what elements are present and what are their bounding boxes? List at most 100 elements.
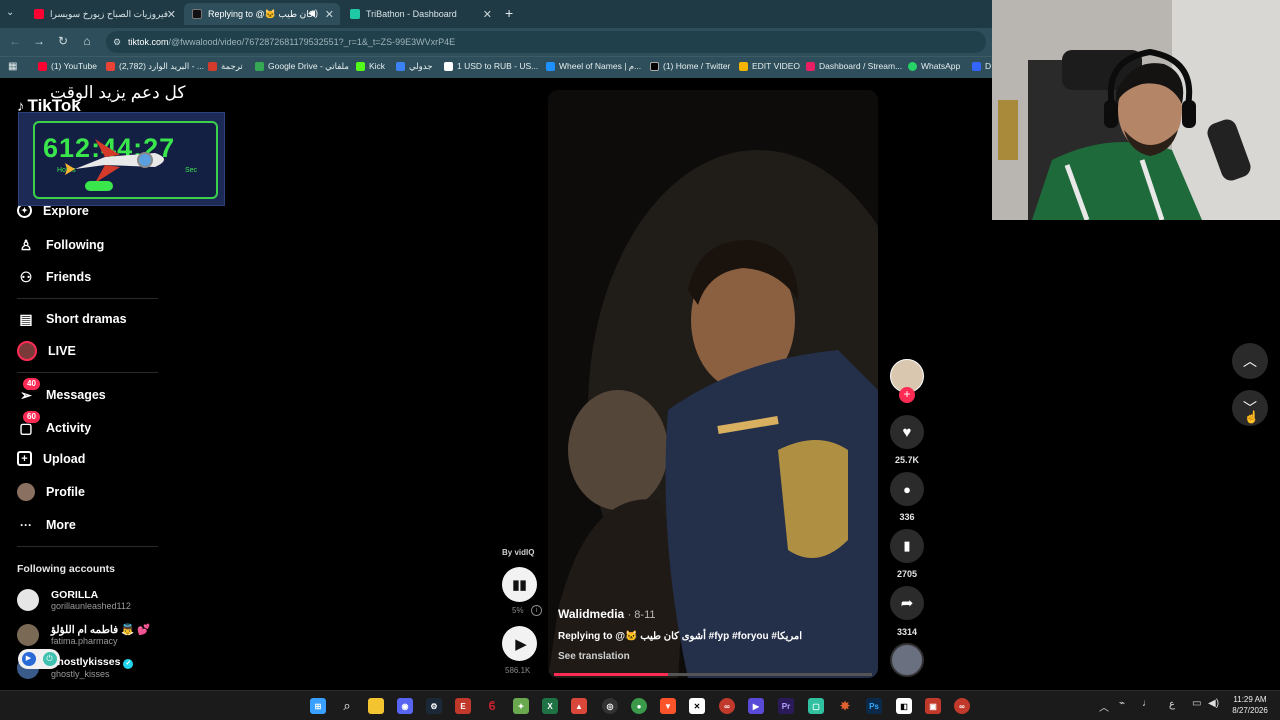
close-icon[interactable]: ✕ (483, 8, 492, 21)
photoshop-icon[interactable]: Ps (866, 698, 882, 714)
bookmark-dashboard[interactable]: Dashboard / Stream... (806, 61, 902, 71)
site-info-icon[interactable]: ⚙ (113, 31, 121, 53)
app-icon[interactable]: ▢ (808, 698, 824, 714)
network-icon[interactable]: ⌁ (1119, 698, 1125, 709)
follow-plus-button[interactable]: + (899, 387, 915, 403)
steam-icon[interactable]: ⚙ (426, 698, 442, 714)
account-item[interactable]: فاطمه ام اللؤلؤ 👼 💕 fatima.pharmacy (17, 623, 150, 646)
address-bar[interactable]: ⚙ tiktok.com/@fwwalood/video/76728726811… (106, 31, 986, 53)
account-item[interactable]: GORILLA gorillaunleashed112 (17, 589, 131, 611)
url-host: tiktok.com (128, 37, 169, 47)
home-icon[interactable]: ⌂ (80, 34, 94, 48)
sidebar-item-upload[interactable]: + Upload (17, 451, 85, 466)
reload-icon[interactable]: ↻ (56, 34, 70, 48)
tab-tribathon[interactable]: TriBathon - Dashboard ✕ (342, 3, 498, 25)
tab-youtube[interactable]: فيروزيات الصباح زيورخ سويسرا ✕ (26, 3, 182, 25)
microphone-icon[interactable]: ♩ (1142, 698, 1152, 709)
forward-icon[interactable]: → (32, 34, 46, 48)
comment-count: 336 (899, 512, 915, 522)
bookmark-kick[interactable]: Kick (356, 61, 385, 71)
sidebar-item-live[interactable]: LIVE (17, 341, 76, 361)
activity-icon: ▢ 60 (17, 411, 40, 437)
share-icon: ➦ (900, 595, 914, 612)
x-icon (650, 61, 659, 71)
speaker-icon[interactable]: ◀) (308, 8, 318, 19)
back-icon[interactable]: ← (8, 34, 22, 48)
tab-list-dropdown-icon[interactable]: ⌄ (6, 7, 14, 18)
tab-tiktok[interactable]: Replying to @🐱 كان طيب ◀) ✕ (184, 3, 340, 25)
dashboard-icon (806, 61, 815, 71)
bookmark-button[interactable]: ▮ (890, 529, 924, 563)
verified-icon: ✓ (123, 659, 134, 669)
app-icon[interactable]: ◧ (896, 698, 912, 714)
clock[interactable]: 11:29 AM 8/27/2026 (1228, 694, 1272, 716)
game-icon[interactable]: ✦ (513, 698, 529, 714)
comment-button[interactable]: ● (890, 472, 924, 506)
bookmark-gmail[interactable]: (2,782) البريد الوارد - ... (106, 61, 204, 72)
live-icon (17, 341, 37, 361)
capcut-icon[interactable]: ✕ (689, 698, 705, 714)
bookmark-whatsapp[interactable]: WhatsApp (908, 61, 960, 71)
youtube-icon (34, 9, 44, 19)
bookmark-twitter[interactable]: (1) Home / Twitter (650, 61, 730, 71)
bookmark-d[interactable]: D (972, 61, 991, 71)
app-icon[interactable]: ▣ (925, 698, 941, 714)
sidebar-item-activity[interactable]: ▢ 60 Activity (17, 411, 91, 437)
send-icon: ➢ 40 (17, 378, 40, 404)
tab-label: Replying to @🐱 كان طيب (208, 8, 314, 19)
volume-icon[interactable]: ◀) (1208, 698, 1219, 709)
sidebar-item-following[interactable]: ♙ Following (17, 236, 105, 254)
see-translation-link[interactable]: See translation (558, 651, 630, 662)
vidiq-stats-button[interactable]: ▮▮ (502, 567, 537, 602)
overlay-caption: كل دعم يزيد الوقت (50, 83, 186, 102)
sidebar-item-friends[interactable]: ⚇ Friends (17, 268, 91, 286)
bookmark-schedule[interactable]: جدولي (396, 61, 433, 72)
tab-label: TriBathon - Dashboard (366, 9, 457, 19)
bookmark-translate[interactable]: ترجمة (208, 61, 243, 72)
bookmark-wheel-of-names[interactable]: Wheel of Names | م... (546, 61, 641, 72)
search-icon[interactable]: ⌕ (339, 698, 355, 714)
file-explorer-icon[interactable] (368, 698, 384, 714)
bookmark-usd-rub[interactable]: 1 USD to RUB - US... (444, 61, 538, 71)
divider (17, 298, 158, 299)
close-icon[interactable]: ✕ (325, 8, 334, 21)
bookmark-youtube[interactable]: (1) YouTube (38, 61, 97, 71)
windows-start-icon[interactable]: ⊞ (310, 698, 326, 714)
video-progress-track[interactable] (554, 673, 872, 676)
app-icon[interactable]: ✸ (837, 698, 853, 714)
bookmark-edit-video[interactable]: EDIT VIDEO (739, 61, 800, 71)
app-icon[interactable]: ϐ (484, 698, 500, 714)
sidebar-item-short-dramas[interactable]: ▤ Short dramas (17, 310, 126, 328)
brave-icon[interactable]: ▼ (660, 698, 676, 714)
chrome-icon[interactable]: ● (631, 698, 647, 714)
like-button[interactable]: ♥ (890, 415, 924, 449)
play-button[interactable]: ▶ (502, 626, 537, 661)
sidebar-item-more[interactable]: ··· More (17, 516, 76, 534)
apps-icon[interactable]: ▦ (8, 61, 17, 72)
timer-frame: 612:44:27 Hours Sec (33, 121, 218, 199)
app-icon[interactable]: ∞ (954, 698, 970, 714)
tray-overflow-icon[interactable]: ︿ (1099, 699, 1109, 714)
app-icon[interactable]: ∞ (719, 698, 735, 714)
previous-video-button[interactable]: ︿ (1232, 343, 1268, 379)
photos-icon[interactable]: ▲ (571, 698, 587, 714)
sidebar-item-profile[interactable]: Profile (17, 483, 85, 501)
new-tab-button[interactable]: + (505, 5, 513, 21)
share-button[interactable]: ➦ (890, 586, 924, 620)
sidebar-item-messages[interactable]: ➢ 40 Messages (17, 378, 106, 404)
excel-icon[interactable]: X (542, 698, 558, 714)
media-player-icon[interactable]: ▶ (748, 698, 764, 714)
video-player[interactable] (548, 90, 878, 678)
video-author[interactable]: Walidmedia · 8-11 (558, 607, 656, 621)
floating-toolbar[interactable]: ▶ ⏻ (18, 649, 60, 669)
discord-icon[interactable]: ◉ (397, 698, 413, 714)
language-indicator[interactable]: ع (1169, 699, 1175, 710)
info-icon[interactable]: i (531, 605, 542, 616)
music-disc[interactable] (890, 643, 924, 677)
close-icon[interactable]: ✕ (167, 8, 176, 21)
bookmark-google-drive[interactable]: Google Drive - ملفاتي (255, 61, 349, 72)
premiere-icon[interactable]: Pr (778, 698, 794, 714)
display-icon[interactable]: ▭ (1192, 698, 1201, 709)
obs-icon[interactable]: ◎ (602, 698, 618, 714)
epic-games-icon[interactable]: E (455, 698, 471, 714)
